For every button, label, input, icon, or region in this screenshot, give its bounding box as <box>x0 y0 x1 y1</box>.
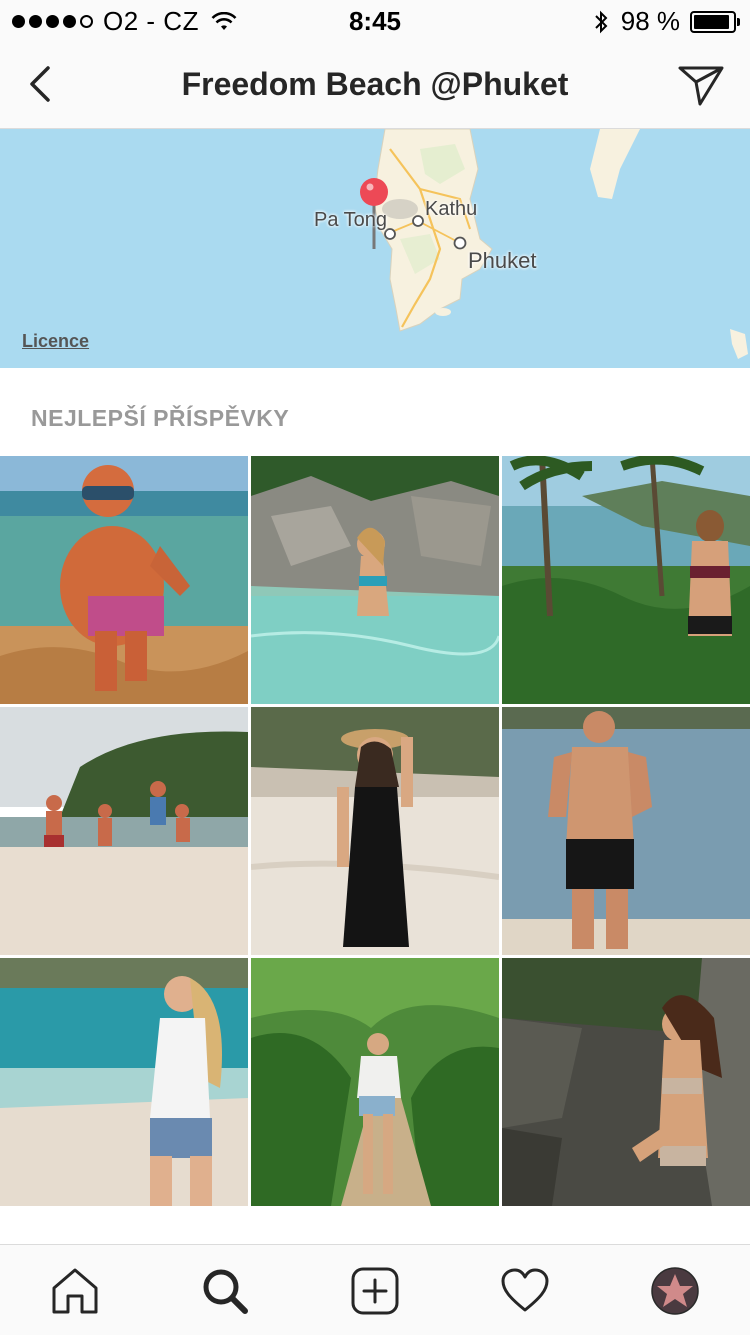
post-thumbnail-6[interactable] <box>502 707 750 955</box>
photo-woman-bikini-rocks <box>502 958 750 1206</box>
top-posts-grid <box>0 456 750 1206</box>
post-thumbnail-8[interactable] <box>251 958 499 1206</box>
map-canvas <box>0 129 750 368</box>
avatar[interactable] <box>650 1266 700 1316</box>
section-title: NEJLEPŠÍ PŘÍSPĚVKY <box>31 405 290 431</box>
post-thumbnail-7[interactable] <box>0 958 248 1206</box>
paper-plane-icon[interactable] <box>676 62 726 108</box>
plus-square-icon[interactable] <box>350 1266 400 1316</box>
map-label-kathu: Kathu <box>425 198 478 220</box>
map-label-phuket: Phuket <box>468 248 537 273</box>
status-right: 98 % <box>593 6 740 37</box>
tab-bar <box>0 1244 750 1335</box>
home-icon[interactable] <box>50 1266 100 1316</box>
post-thumbnail-3[interactable] <box>502 456 750 704</box>
post-thumbnail-1[interactable] <box>0 456 248 704</box>
status-bar: O2 - CZ 8:45 98 % <box>0 0 750 40</box>
post-thumbnail-5[interactable] <box>251 707 499 955</box>
photo-man-in-sea <box>0 456 248 704</box>
page-title: Freedom Beach @Phuket <box>181 66 569 102</box>
battery-fill <box>694 14 729 29</box>
location-map[interactable]: Pa Tong Kathu Phuket Licence <box>0 129 750 368</box>
licence-link[interactable]: Licence <box>22 331 89 352</box>
post-thumbnail-2[interactable] <box>251 456 499 704</box>
photo-man-shirtless <box>502 707 750 955</box>
photo-woman-jungle <box>251 958 499 1206</box>
battery-icon <box>690 10 740 33</box>
photo-woman-black-dress <box>251 707 499 955</box>
battery-percent: 98 % <box>620 6 680 36</box>
post-thumbnail-9[interactable] <box>502 958 750 1206</box>
photo-woman-palms <box>502 456 750 704</box>
nav-header: Freedom Beach @Phuket <box>0 40 750 129</box>
photo-woman-lagoon <box>251 456 499 704</box>
heart-icon[interactable] <box>500 1266 550 1316</box>
photo-group-jumping <box>0 707 248 955</box>
photo-woman-white-top <box>0 958 248 1206</box>
post-thumbnail-4[interactable] <box>0 707 248 955</box>
search-icon[interactable] <box>200 1266 250 1316</box>
map-label-patong: Pa Tong <box>314 209 388 231</box>
bluetooth-icon <box>595 10 608 33</box>
